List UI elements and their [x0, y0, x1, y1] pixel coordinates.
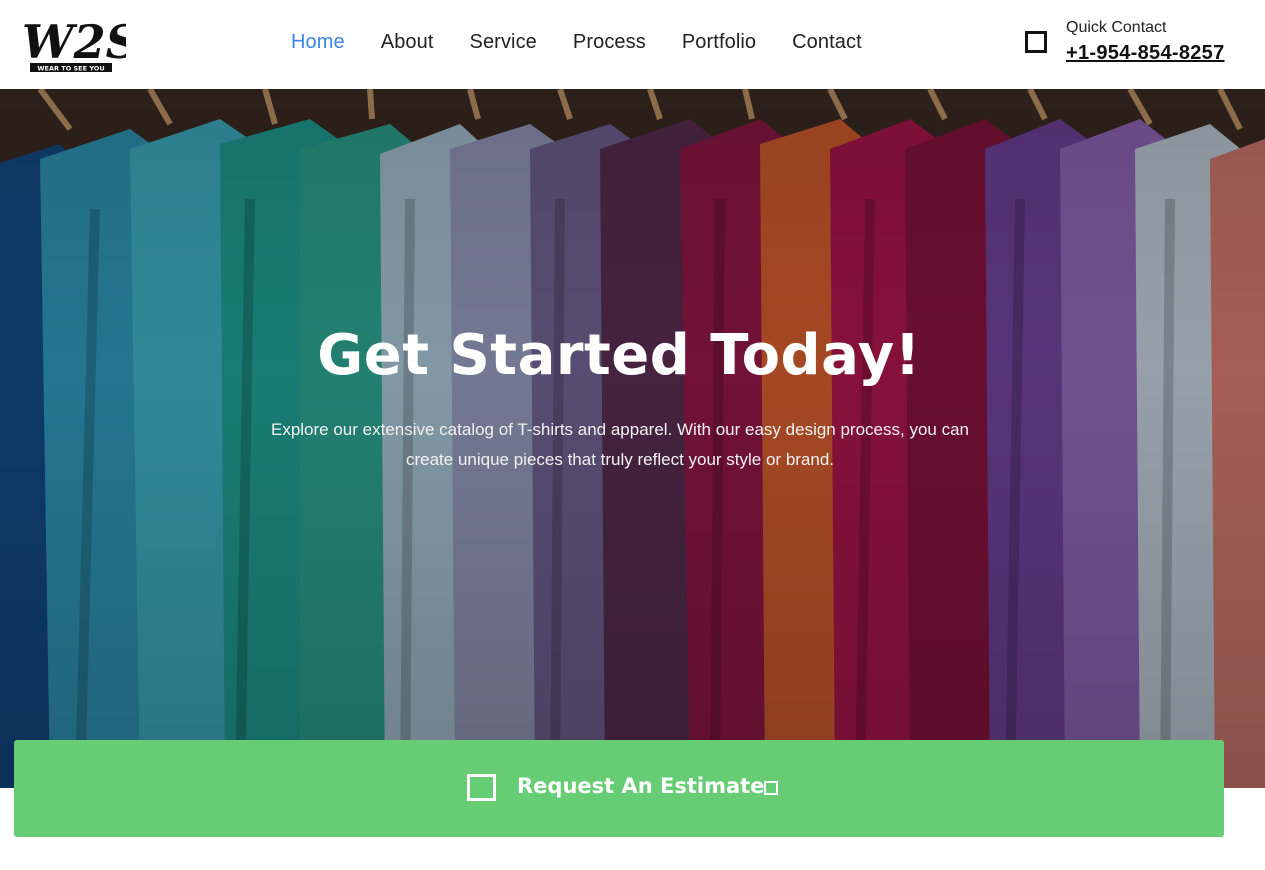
svg-text:W2SY: W2SY [22, 15, 126, 69]
nav-service[interactable]: Service [470, 30, 537, 54]
hero-title: Get Started Today! [317, 323, 921, 388]
svg-text:WEAR TO SEE YOU: WEAR TO SEE YOU [37, 65, 104, 73]
quick-contact-phone[interactable]: +1-954-854-8257 [1066, 42, 1225, 65]
hero-section: Get Started Today! Explore our extensive… [0, 89, 1265, 788]
request-estimate-button[interactable]: Request An Estimate [14, 740, 1224, 837]
main-nav: Home About Service Process Portfolio Con… [291, 30, 898, 54]
nav-contact[interactable]: Contact [792, 30, 862, 54]
nav-about[interactable]: About [381, 30, 434, 54]
phone-icon [1025, 31, 1047, 53]
nav-process[interactable]: Process [573, 30, 646, 54]
nav-portfolio[interactable]: Portfolio [682, 30, 756, 54]
brand-logo[interactable]: W2SY WEAR TO SEE YOU [18, 8, 176, 76]
quick-contact-label: Quick Contact [1066, 19, 1167, 36]
hero-description: Explore our extensive catalog of T-shirt… [270, 420, 969, 469]
request-estimate-label: Request An Estimate [517, 774, 765, 798]
estimate-icon [467, 774, 496, 801]
site-header: W2SY WEAR TO SEE YOU Home About Service … [0, 0, 1265, 89]
nav-home[interactable]: Home [291, 30, 345, 54]
arrow-right-icon [764, 781, 778, 795]
